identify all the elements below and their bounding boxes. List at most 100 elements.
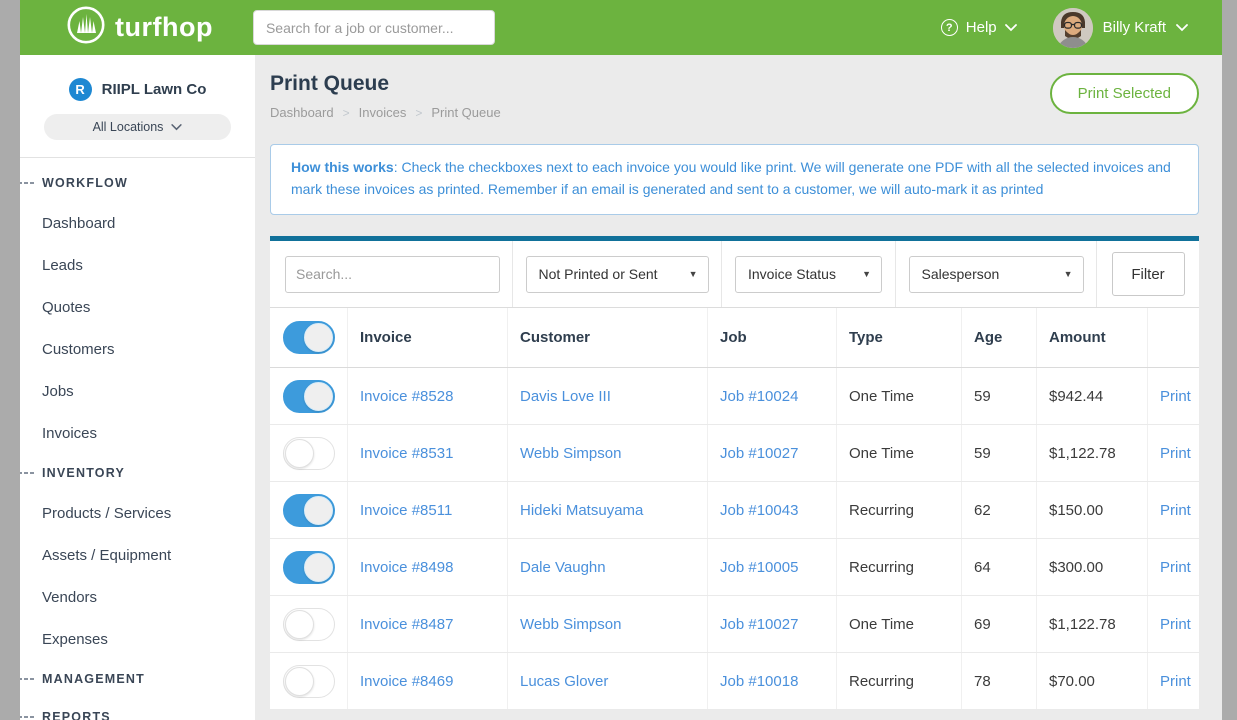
breadcrumb-separator: > [415,105,422,121]
section-workflow: WORKFLOW [20,164,255,202]
print-link[interactable]: Print [1160,502,1191,519]
app-window: turfhop ? Help [20,0,1222,720]
customer-link[interactable]: Webb Simpson [520,616,621,633]
print-link[interactable]: Print [1160,445,1191,462]
sidebar-item-jobs[interactable]: Jobs [20,370,255,412]
breadcrumb-invoices[interactable]: Invoices [359,105,407,121]
main-content: Print Queue Dashboard > Invoices > Print… [255,55,1222,720]
customer-link[interactable]: Lucas Glover [520,673,608,690]
sidebar-item-quotes[interactable]: Quotes [20,286,255,328]
print-selected-button[interactable]: Print Selected [1050,73,1199,114]
invoice-amount: $1,122.78 [1037,425,1148,481]
invoice-age: 64 [962,539,1037,595]
left-gutter [0,0,20,720]
filter-bar: Not Printed or Sent ▼ Invoice Status ▼ S… [270,241,1199,308]
brand-logo[interactable]: turfhop [66,5,213,50]
sidebar-item-leads[interactable]: Leads [20,244,255,286]
invoice-type: Recurring [837,482,962,538]
row-select-toggle[interactable] [283,437,335,470]
invoice-amount: $1,122.78 [1037,596,1148,652]
info-body: : Check the checkboxes next to each invo… [291,159,1171,197]
col-header-job: Job [708,308,837,367]
section-inventory: INVENTORY [20,454,255,492]
sidebar: R RIIPL Lawn Co All Locations WORKFLOW D… [20,55,255,720]
invoice-link[interactable]: Invoice #8511 [360,502,452,519]
sidebar-item-dashboard[interactable]: Dashboard [20,202,255,244]
global-search-input[interactable] [253,10,495,45]
chevron-down-icon [1005,24,1017,32]
brand-name: turfhop [115,12,213,43]
turfhop-grass-icon [66,5,106,50]
print-link[interactable]: Print [1160,673,1191,690]
locations-dropdown[interactable]: All Locations [44,114,231,140]
job-link[interactable]: Job #10005 [720,559,798,576]
table-header-row: Invoice Customer Job Type Age Amount [270,308,1199,368]
invoice-status-select[interactable]: Invoice Status ▼ [735,256,882,293]
section-reports: REPORTS [20,698,255,720]
job-link[interactable]: Job #10043 [720,502,798,519]
job-link[interactable]: Job #10027 [720,616,798,633]
invoice-link[interactable]: Invoice #8531 [360,445,453,462]
invoice-link[interactable]: Invoice #8487 [360,616,453,633]
row-select-toggle[interactable] [283,551,335,584]
sidebar-item-invoices[interactable]: Invoices [20,412,255,454]
row-select-toggle[interactable] [283,608,335,641]
job-link[interactable]: Job #10027 [720,445,798,462]
job-link[interactable]: Job #10024 [720,388,798,405]
breadcrumb-dashboard[interactable]: Dashboard [270,105,334,121]
job-link[interactable]: Job #10018 [720,673,798,690]
section-dashes-icon [20,716,34,718]
filter-button[interactable]: Filter [1112,252,1185,296]
printed-filter-select[interactable]: Not Printed or Sent ▼ [526,256,709,293]
chevron-down-icon [1176,24,1188,32]
organization[interactable]: R RIIPL Lawn Co [20,77,255,101]
invoice-age: 59 [962,368,1037,424]
customer-link[interactable]: Davis Love III [520,388,611,405]
invoice-link[interactable]: Invoice #8528 [360,388,453,405]
sidebar-item-products-services[interactable]: Products / Services [20,492,255,534]
section-dashes-icon [20,472,34,474]
help-menu[interactable]: ? Help [941,19,1017,36]
invoice-type: Recurring [837,539,962,595]
section-management: MANAGEMENT [20,660,255,698]
user-menu[interactable]: Billy Kraft [1053,8,1188,48]
user-name: Billy Kraft [1103,19,1166,36]
print-link[interactable]: Print [1160,559,1191,576]
breadcrumb-print-queue: Print Queue [431,105,500,121]
help-icon: ? [941,19,958,36]
col-header-invoice: Invoice [348,308,508,367]
invoice-link[interactable]: Invoice #8498 [360,559,453,576]
select-arrow-icon: ▼ [1064,269,1073,279]
invoice-amount: $942.44 [1037,368,1148,424]
table-row: Invoice #8511 Hideki Matsuyama Job #1004… [270,482,1199,539]
invoice-link[interactable]: Invoice #8469 [360,673,453,690]
table-row: Invoice #8531 Webb Simpson Job #10027 On… [270,425,1199,482]
invoice-amount: $300.00 [1037,539,1148,595]
row-select-toggle[interactable] [283,380,335,413]
right-scrollbar-gutter[interactable] [1222,0,1237,720]
invoice-type: Recurring [837,653,962,709]
section-dashes-icon [20,678,34,680]
invoice-amount: $150.00 [1037,482,1148,538]
sidebar-item-vendors[interactable]: Vendors [20,576,255,618]
salesperson-select[interactable]: Salesperson ▼ [909,256,1084,293]
table-search-input[interactable] [285,256,500,293]
print-link[interactable]: Print [1160,616,1191,633]
sidebar-item-assets-equipment[interactable]: Assets / Equipment [20,534,255,576]
row-select-toggle[interactable] [283,494,335,527]
print-link[interactable]: Print [1160,388,1191,405]
top-navbar: turfhop ? Help [20,0,1222,55]
customer-link[interactable]: Webb Simpson [520,445,621,462]
sidebar-item-customers[interactable]: Customers [20,328,255,370]
invoice-type: One Time [837,368,962,424]
sidebar-item-expenses[interactable]: Expenses [20,618,255,660]
invoice-age: 78 [962,653,1037,709]
row-select-toggle[interactable] [283,665,335,698]
user-avatar [1053,8,1093,48]
customer-link[interactable]: Hideki Matsuyama [520,502,643,519]
customer-link[interactable]: Dale Vaughn [520,559,606,576]
help-label: Help [966,19,997,36]
how-this-works-info: How this works: Check the checkboxes nex… [270,144,1199,215]
col-header-age: Age [962,308,1037,367]
select-all-toggle[interactable] [283,321,335,354]
